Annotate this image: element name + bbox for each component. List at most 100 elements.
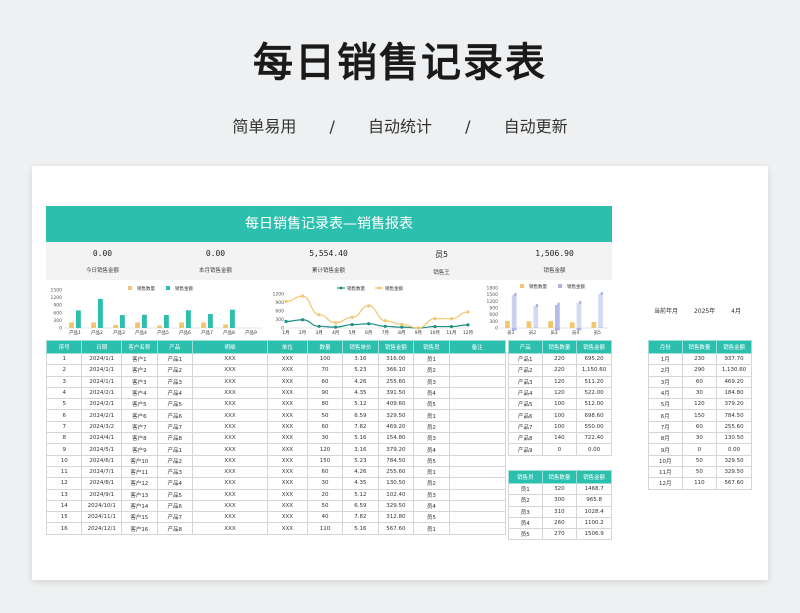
table-row[interactable]: 产品8 140 722.40 [508,432,612,445]
table-cell[interactable]: 2024/1/1 [81,364,123,377]
table-cell[interactable]: 0 [541,443,578,456]
table-cell[interactable]: 员2 [413,364,450,377]
table-cell[interactable]: 7.82 [342,511,379,524]
table-cell[interactable]: 3.16 [342,352,379,366]
table-cell[interactable]: 230 [681,352,718,366]
table-cell[interactable]: XXX [267,398,308,411]
table-cell[interactable]: 产品8 [156,522,194,535]
table-row[interactable]: 15 2024/11/1 客户15 产品7 XXX XXX 40 7.82 312.80 员5 [45,511,507,524]
table-cell[interactable]: 4.26 [342,375,379,388]
table-row[interactable]: 产品2 220 1,150.60 [508,364,612,377]
table-cell[interactable]: 2024/11/1 [81,511,123,524]
table-cell[interactable]: 4.35 [342,477,379,490]
table-cell[interactable] [448,465,507,479]
table-row[interactable]: 9月 0 0.00 [648,443,752,456]
table-cell[interactable] [448,364,507,377]
table-cell[interactable]: 10 [45,454,83,467]
table-cell[interactable]: 客户9 [121,443,158,456]
table-cell[interactable]: 5.16 [342,432,379,445]
table-cell[interactable]: XXX [267,375,308,388]
table-cell[interactable]: 6.59 [342,499,379,513]
table-cell[interactable]: XXX [191,409,269,422]
table-cell[interactable]: XXX [191,488,269,501]
table-row[interactable]: 2月 290 1,130.60 [648,364,752,377]
table-cell[interactable]: 12 [45,477,83,490]
table-cell[interactable]: XXX [191,352,269,366]
table-row[interactable]: 11月 50 329.50 [648,465,752,479]
table-row[interactable]: 员2 300 965.8 [508,494,612,507]
table-cell[interactable]: 310 [541,505,578,518]
table-cell[interactable]: 70 [306,364,344,377]
table-cell[interactable]: XXX [191,386,269,400]
table-cell[interactable]: XXX [267,443,308,456]
table-cell[interactable]: 产品5 [156,488,194,501]
table-cell[interactable] [448,522,507,535]
table-cell[interactable]: 员1 [413,465,450,479]
table-cell[interactable]: 140 [541,432,578,445]
table-cell[interactable]: XXX [191,511,269,524]
table-cell[interactable]: 员3 [413,488,450,501]
table-row[interactable]: 产品9 0 0.00 [508,443,612,456]
table-cell[interactable]: 产品5 [156,398,194,411]
table-row[interactable]: 产品1 220 695.20 [508,352,612,366]
table-cell[interactable]: 60 [306,420,344,434]
table-cell[interactable]: 1028.4 [576,505,612,518]
table-row[interactable]: 产品7 100 550.00 [508,420,612,434]
table-cell[interactable]: 5月 [648,398,683,411]
table-cell[interactable]: 产品2 [156,454,194,467]
table-cell[interactable]: 130.50 [716,432,752,445]
table-cell[interactable]: 0.00 [716,443,752,456]
table-cell[interactable]: 329.50 [716,454,752,467]
table-cell[interactable]: 产品4 [508,386,543,400]
table-cell[interactable] [448,432,507,445]
table-cell[interactable]: XXX [267,465,308,479]
table-cell[interactable] [448,454,507,467]
table-cell[interactable]: 客户10 [121,454,158,467]
table-cell[interactable]: 员2 [413,420,450,434]
table-cell[interactable]: 255.60 [716,420,752,434]
table-cell[interactable]: 2024/10/1 [81,499,123,513]
table-cell[interactable]: 110 [306,522,344,535]
table-cell[interactable]: 379.20 [377,443,415,456]
table-cell[interactable]: 255.60 [377,375,415,388]
table-cell[interactable]: 2024/8/1 [81,477,123,490]
table-cell[interactable]: 329.50 [716,465,752,479]
table-row[interactable]: 8 2024/4/1 客户8 产品8 XXX XXX 30 5.16 154.80 员3 [45,432,507,445]
table-cell[interactable]: 20 [306,488,344,501]
table-cell[interactable]: 员5 [508,528,543,541]
table-cell[interactable] [448,511,507,524]
table-row[interactable]: 产品3 120 511.20 [508,375,612,388]
table-cell[interactable]: 2024/5/1 [81,443,123,456]
table-cell[interactable]: 100 [541,398,578,411]
table-cell[interactable]: 员1 [413,352,450,366]
table-cell[interactable]: 产品2 [156,364,194,377]
table-cell[interactable]: 客户5 [121,398,158,411]
table-cell[interactable]: XXX [267,432,308,445]
table-cell[interactable]: 产品7 [156,511,194,524]
table-cell[interactable]: 员5 [413,398,450,411]
table-cell[interactable]: 16 [45,522,83,535]
table-cell[interactable]: 5.23 [342,454,379,467]
table-cell[interactable]: 产品7 [508,420,543,434]
table-cell[interactable]: 2024/9/1 [81,488,123,501]
table-cell[interactable]: 270 [541,528,578,541]
table-cell[interactable]: 客户14 [121,499,158,513]
table-cell[interactable]: 550.00 [576,420,612,434]
table-cell[interactable]: 15 [45,511,83,524]
table-cell[interactable]: 511.20 [576,375,612,388]
table-row[interactable]: 5 2024/2/1 客户5 产品5 XXX XXX 80 5.12 409.60 员5 [45,398,507,411]
table-cell[interactable]: 员1 [508,482,543,496]
table-row[interactable]: 产品5 100 512.00 [508,398,612,411]
table-cell[interactable]: 1月 [648,352,683,366]
table-cell[interactable]: 150 [306,454,344,467]
table-cell[interactable]: 1506.9 [576,528,612,541]
table-cell[interactable]: 1468.7 [576,482,612,496]
table-cell[interactable]: 1,150.60 [576,364,612,377]
table-cell[interactable]: 512.00 [576,398,612,411]
table-cell[interactable]: 60 [306,375,344,388]
table-cell[interactable]: 9月 [648,443,683,456]
table-cell[interactable]: 客户15 [121,511,158,524]
table-cell[interactable]: 150 [681,409,718,422]
table-cell[interactable]: 14 [45,499,83,513]
table-cell[interactable]: 7 [45,420,83,434]
